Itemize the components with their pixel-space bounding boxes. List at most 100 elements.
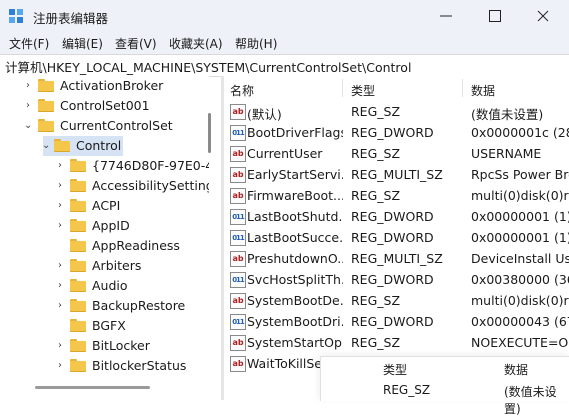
chevron-right-icon[interactable]: › [58,180,62,191]
tree-item-label: AccessibilitySetting [92,178,209,193]
value-row[interactable]: ab FirmwareBoot... REG_SZ multi(0)disk(0)rd [224,186,569,207]
menu-view[interactable]: 查看(V) [115,35,157,52]
chevron-right-icon[interactable]: › [58,200,62,211]
value-data: multi(0)disk(0)rd [471,293,569,308]
value-row[interactable]: 011 LastBootShutd... REG_DWORD 0x00000001 (… [224,207,569,228]
tree-item-label: AppReadiness [92,238,180,253]
value-row[interactable]: 011 BootDriverFlags REG_DWORD 0x0000001c (2… [224,123,569,144]
tree-item-label: AppID [92,218,130,233]
column-divider[interactable] [342,79,343,97]
hover-tooltip: 类型 数据 REG_SZ (数值未设置) [320,356,569,416]
value-data: 0x00000001 (1) [471,230,569,245]
window-title: 注册表编辑器 [33,11,109,26]
column-header-type[interactable]: 类型 [351,82,375,99]
close-button[interactable] [520,0,566,32]
value-data: multi(0)disk(0)rd [471,188,569,203]
value-name: EarlyStartServi... [247,167,343,182]
tooltip-data-header: 数据 [504,363,529,377]
key-tree[interactable]: › ActivationBroker › ControlSet001 ⌄ Cur… [0,76,209,386]
chevron-right-icon[interactable]: › [58,360,62,371]
tree-item-label: CurrentControlSet [60,118,173,133]
tooltip-data-value: (数值未设置) [504,385,557,416]
value-row[interactable]: 011 LastBootSucce... REG_DWORD 0x00000001 (… [224,228,569,249]
value-row[interactable]: 011 SvcHostSplitTh... REG_DWORD 0x00380000 … [224,270,569,291]
value-type: REG_DWORD [351,230,434,245]
binary-icon: 011 [230,314,246,330]
folder-icon [70,159,86,172]
value-row[interactable]: ab (默认) REG_SZ (数值未设置) [224,102,569,123]
value-type: REG_SZ [351,335,401,350]
chevron-right-icon[interactable]: › [58,220,62,231]
chevron-down-icon[interactable]: ⌄ [42,140,50,151]
menu-file[interactable]: 文件(F) [9,35,49,52]
menu-favorites[interactable]: 收藏夹(A) [169,35,223,52]
maximize-button[interactable] [472,0,518,32]
value-row[interactable]: ab SystemBootDe... REG_SZ multi(0)disk(0)rd [224,291,569,312]
column-header-name[interactable]: 名称 [230,82,254,99]
address-path[interactable]: 计算机\HKEY_LOCAL_MACHINE\SYSTEM\CurrentCon… [5,57,411,76]
value-data: 0x0000001c (28) [471,125,569,140]
string-icon: ab [230,104,246,120]
column-header-data[interactable]: 数据 [471,82,495,99]
string-icon: ab [230,188,246,204]
value-row[interactable]: ab PreshutdownO... REG_MULTI_SZ DeviceInsta… [224,249,569,270]
string-icon: ab [230,356,246,372]
binary-icon: 011 [230,272,246,288]
value-row[interactable]: 011 SystemBootDri... REG_DWORD 0x00000043 (… [224,312,569,333]
folder-icon [70,339,86,352]
close-icon [537,10,549,22]
value-name: SvcHostSplitTh... [247,272,343,287]
minimize-icon [440,15,452,17]
binary-icon: 011 [230,209,246,225]
folder-icon [70,299,86,312]
string-icon: ab [230,335,246,351]
tree-item-label: ACPI [92,198,121,213]
value-row[interactable]: abSystemStartOp... REG_SZ NOEXECUTE=O [224,333,569,354]
value-type: REG_SZ [351,188,401,203]
value-row[interactable]: ab EarlyStartServi... REG_MULTI_SZ RpcSs Po… [224,165,569,186]
value-name: LastBootShutd... [247,209,343,224]
menu-edit[interactable]: 编辑(E) [62,35,103,52]
chevron-right-icon[interactable]: › [58,280,62,291]
tree-item-label: ActivationBroker [60,78,164,93]
tree-item-label: Arbiters [92,258,142,273]
folder-icon [38,99,54,112]
value-data: 0x00380000 (367 [471,272,569,287]
value-type: REG_DWORD [351,125,434,140]
chevron-down-icon[interactable]: ⌄ [24,120,32,131]
menu-bar: 文件(F) 编辑(E) 查看(V) 收藏夹(A) 帮助(H) [0,32,569,54]
value-type: REG_DWORD [351,272,434,287]
chevron-right-icon[interactable]: › [58,260,62,271]
column-divider[interactable] [462,79,463,97]
chevron-right-icon[interactable]: › [26,80,30,91]
value-type: REG_DWORD [351,314,434,329]
tree-item-label: BitlockerStatus [92,358,187,373]
value-name: SystemStartOp... [247,335,343,350]
address-bar[interactable]: 计算机\HKEY_LOCAL_MACHINE\SYSTEM\CurrentCon… [0,54,569,77]
tree-item-label: Audio [92,278,128,293]
maximize-icon [489,10,501,22]
chevron-right-icon[interactable]: › [26,100,30,111]
tree-vertical-scrollbar[interactable] [208,113,211,153]
minimize-button[interactable] [423,0,469,32]
folder-icon [70,219,86,232]
tree-item-label: ControlSet001 [60,98,150,113]
regedit-app-icon [9,9,23,23]
chevron-right-icon[interactable]: › [58,300,62,311]
folder-icon [70,199,86,212]
values-list[interactable]: 名称 类型 数据 ab (默认) REG_SZ (数值未设置) 011 BootDrive… [224,76,569,400]
value-name: (默认) [247,107,282,122]
chevron-right-icon[interactable]: › [58,160,62,171]
folder-open-icon [38,119,54,132]
string-icon: ab [230,167,246,183]
value-data: USERNAME [471,146,542,161]
tree-item-label: {7746D80F-97E0-4E [92,158,209,173]
folder-icon [70,179,86,192]
folder-icon [70,239,86,252]
value-name: CurrentUser [247,146,323,161]
tree-horizontal-scrollbar[interactable] [35,386,150,389]
value-row[interactable]: ab CurrentUser REG_SZ USERNAME [224,144,569,165]
value-data: DeviceInstall Use [471,251,569,266]
chevron-right-icon[interactable]: › [58,340,62,351]
menu-help[interactable]: 帮助(H) [235,35,277,52]
